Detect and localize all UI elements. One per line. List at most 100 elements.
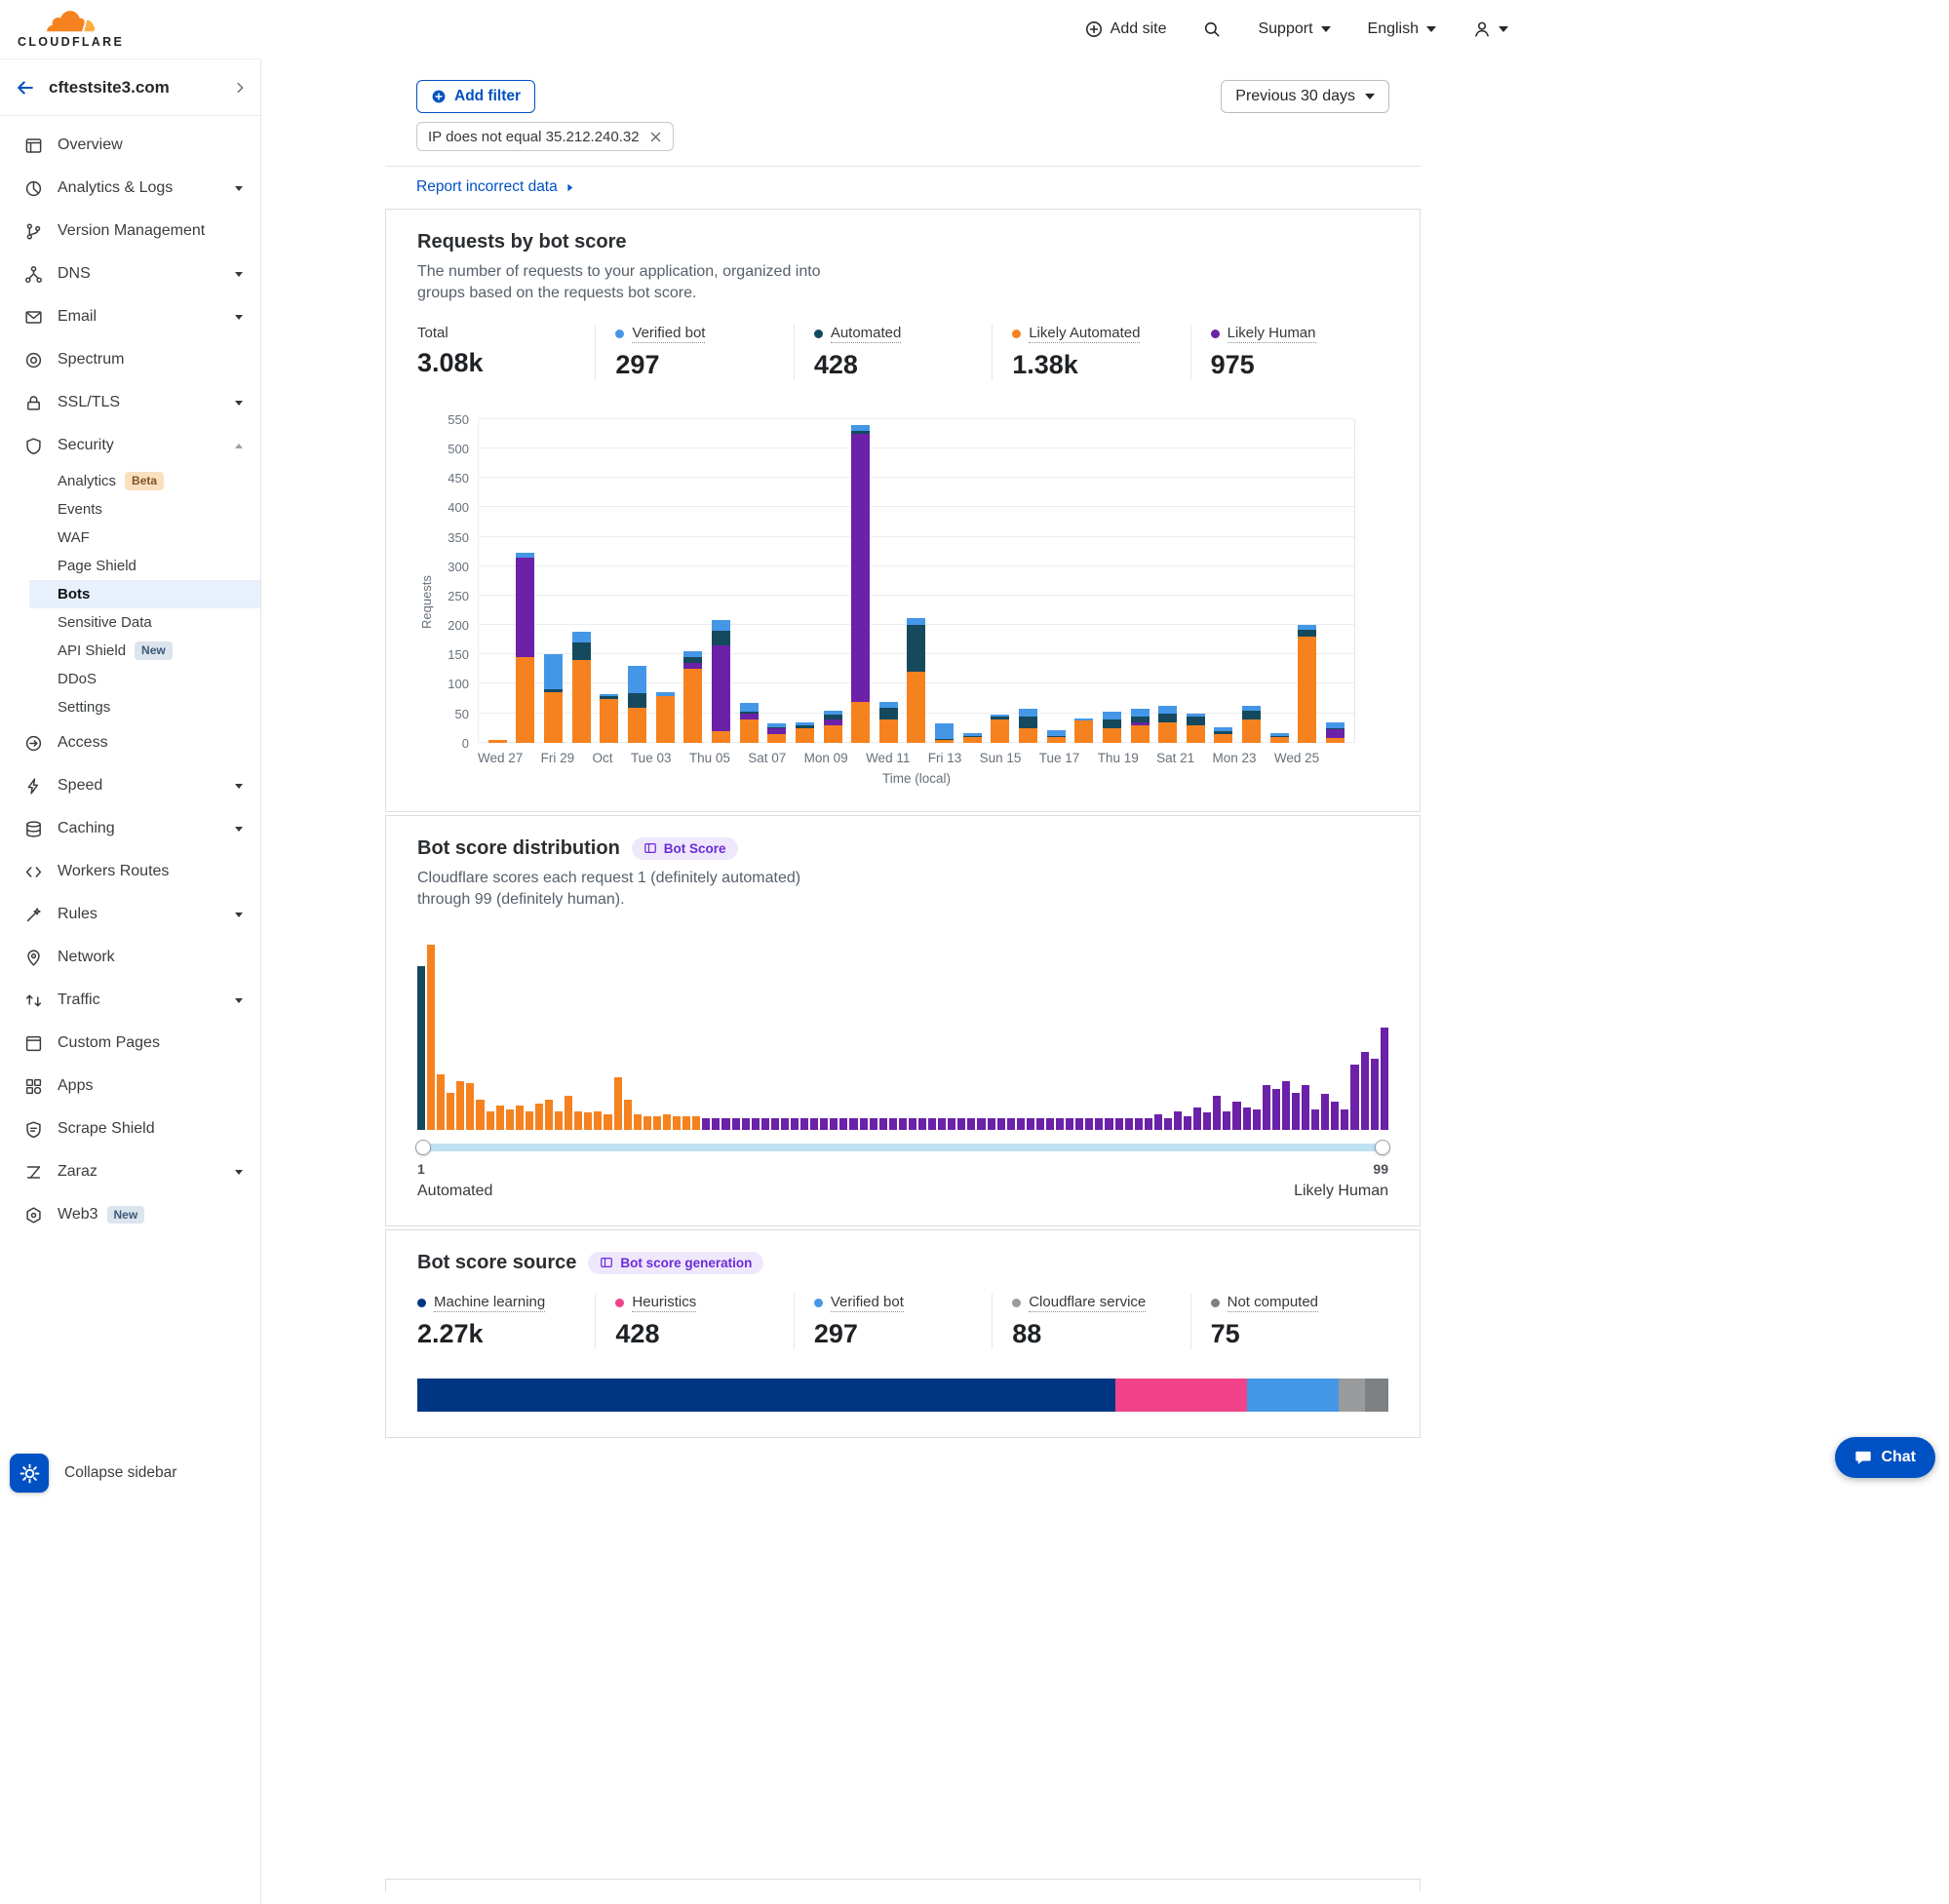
histogram-bar[interactable] <box>1145 1118 1152 1129</box>
histogram-bar[interactable] <box>899 1118 907 1129</box>
bar-segment-likely-human[interactable] <box>1326 729 1345 738</box>
histogram-bar[interactable] <box>427 945 435 1130</box>
add-site-button[interactable]: Add site <box>1085 20 1167 38</box>
bar-segment-likely-automated[interactable] <box>1047 737 1066 743</box>
histogram-bar[interactable] <box>721 1118 729 1129</box>
histogram-bar[interactable] <box>1223 1111 1230 1130</box>
histogram-bar[interactable] <box>1125 1118 1133 1129</box>
date-range-select[interactable]: Previous 30 days <box>1221 80 1389 113</box>
chart-bar[interactable] <box>1103 712 1121 742</box>
bar-segment-verified-bot[interactable] <box>907 618 925 625</box>
histogram-bar[interactable] <box>977 1118 985 1129</box>
chart-bar[interactable] <box>628 666 646 742</box>
chart-bar[interactable] <box>963 733 982 743</box>
histogram-bar[interactable] <box>918 1118 926 1129</box>
histogram-bar[interactable] <box>1311 1109 1319 1130</box>
histogram-bar[interactable] <box>663 1114 671 1129</box>
source-bar-segment-not-computed[interactable] <box>1365 1379 1388 1412</box>
bar-segment-likely-automated[interactable] <box>935 740 954 743</box>
histogram-bar[interactable] <box>800 1118 808 1129</box>
chart-bar[interactable] <box>1187 714 1205 743</box>
histogram-bar[interactable] <box>1027 1118 1034 1129</box>
bar-segment-likely-human[interactable] <box>712 645 730 731</box>
histogram-bar[interactable] <box>879 1118 887 1129</box>
sidebar-item-caching[interactable]: Caching <box>0 807 260 850</box>
histogram-bar[interactable] <box>506 1109 514 1130</box>
chart-bar[interactable] <box>656 692 675 743</box>
bar-segment-likely-automated[interactable] <box>963 737 982 743</box>
chart-bar[interactable] <box>879 702 898 743</box>
bar-segment-likely-automated[interactable] <box>488 740 507 743</box>
language-menu[interactable]: English <box>1368 20 1436 38</box>
histogram-bar[interactable] <box>889 1118 897 1129</box>
histogram-bar[interactable] <box>604 1114 611 1129</box>
histogram-bar[interactable] <box>1036 1118 1044 1129</box>
back-arrow-icon[interactable] <box>16 78 35 97</box>
chart-bar[interactable] <box>516 553 534 743</box>
chart-bar[interactable] <box>824 711 842 743</box>
chart-bar[interactable] <box>488 740 507 743</box>
sidebar-item-apps[interactable]: Apps <box>0 1065 260 1107</box>
sidebar-item-ddos[interactable]: DDoS <box>0 665 260 693</box>
sidebar-item-analytics[interactable]: AnalyticsBeta <box>0 467 260 495</box>
histogram-bar[interactable] <box>466 1083 474 1130</box>
histogram-bar[interactable] <box>1371 1059 1379 1129</box>
sidebar-item-spectrum[interactable]: Spectrum <box>0 338 260 381</box>
bar-segment-likely-automated[interactable] <box>851 702 870 743</box>
chart-bar[interactable] <box>907 618 925 743</box>
histogram-bar[interactable] <box>1154 1114 1162 1129</box>
chart-bar[interactable] <box>1214 727 1232 743</box>
histogram-bar[interactable] <box>584 1112 592 1129</box>
histogram-bar[interactable] <box>938 1118 946 1129</box>
histogram-bar[interactable] <box>487 1111 494 1130</box>
bar-segment-likely-automated[interactable] <box>1158 722 1177 743</box>
histogram-bar[interactable] <box>1203 1112 1211 1129</box>
bar-segment-likely-automated[interactable] <box>1103 728 1121 743</box>
stat-label-text[interactable]: Likely Human <box>1228 325 1316 343</box>
stat-label-text[interactable]: Likely Automated <box>1029 325 1140 343</box>
histogram-bar[interactable] <box>1184 1116 1191 1129</box>
slider-track[interactable] <box>417 1144 1388 1151</box>
histogram-bar[interactable] <box>1115 1118 1123 1129</box>
bar-segment-verified-bot[interactable] <box>1103 712 1121 719</box>
histogram-bar[interactable] <box>456 1081 464 1129</box>
sidebar-item-custom-pages[interactable]: Custom Pages <box>0 1022 260 1065</box>
histogram-bar[interactable] <box>860 1118 868 1129</box>
source-bar-segment-verified-bot[interactable] <box>1247 1379 1339 1412</box>
filter-chip[interactable]: IP does not equal 35.212.240.32 <box>416 122 674 151</box>
collapse-sidebar-label[interactable]: Collapse sidebar <box>64 1464 176 1482</box>
bar-segment-verified-bot[interactable] <box>1131 709 1150 716</box>
chart-bar[interactable] <box>1298 625 1316 743</box>
histogram-bar[interactable] <box>673 1116 681 1129</box>
histogram-bar[interactable] <box>594 1111 602 1130</box>
source-bar-segment-machine-learning[interactable] <box>417 1379 1115 1412</box>
histogram-bar[interactable] <box>1232 1102 1240 1130</box>
histogram-bar[interactable] <box>820 1118 828 1129</box>
bar-segment-likely-automated[interactable] <box>1019 728 1037 743</box>
bar-segment-likely-automated[interactable] <box>1187 725 1205 743</box>
bar-segment-verified-bot[interactable] <box>1158 706 1177 713</box>
report-incorrect-data-link[interactable]: Report incorrect data <box>416 178 558 196</box>
sidebar-item-web3[interactable]: Web3New <box>0 1193 260 1236</box>
chart-bar[interactable] <box>1158 706 1177 742</box>
chart-bar[interactable] <box>851 425 870 743</box>
account-menu[interactable] <box>1473 20 1508 38</box>
histogram-bar[interactable] <box>1017 1118 1025 1129</box>
chart-bar[interactable] <box>683 651 702 743</box>
sidebar-item-access[interactable]: Access <box>0 721 260 764</box>
search-button[interactable] <box>1203 20 1221 38</box>
histogram-bar[interactable] <box>839 1118 847 1129</box>
chart-bar[interactable] <box>1242 706 1261 743</box>
chart-bar[interactable] <box>740 703 759 743</box>
histogram-bar[interactable] <box>1213 1096 1221 1129</box>
sidebar-item-workers-routes[interactable]: Workers Routes <box>0 850 260 893</box>
histogram-bar[interactable] <box>1007 1118 1015 1129</box>
chat-button[interactable]: Chat <box>1835 1437 1935 1478</box>
chart-bar[interactable] <box>767 723 786 743</box>
sidebar-item-analytics-logs[interactable]: Analytics & Logs <box>0 167 260 210</box>
histogram-bar[interactable] <box>1066 1118 1073 1129</box>
bar-segment-automated[interactable] <box>1298 630 1316 637</box>
histogram-bar[interactable] <box>1056 1118 1064 1129</box>
histogram-bar[interactable] <box>1135 1118 1143 1129</box>
bar-segment-likely-automated[interactable] <box>1131 725 1150 743</box>
